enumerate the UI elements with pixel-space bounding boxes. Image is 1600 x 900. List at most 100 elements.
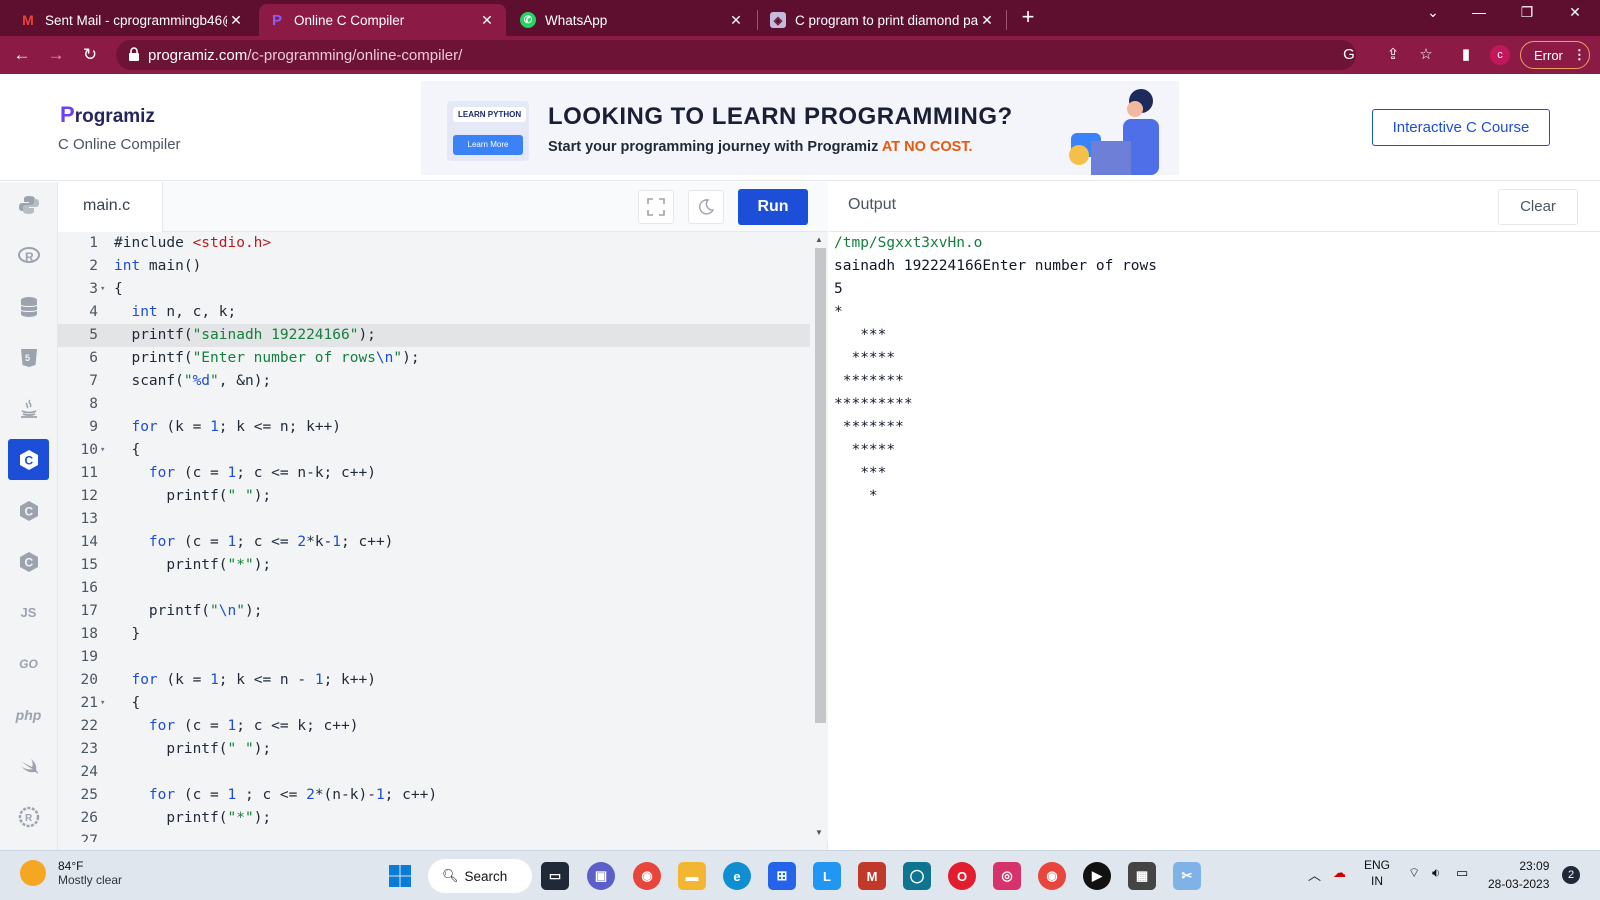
code-line[interactable]: 2 int main(): [58, 255, 810, 278]
back-icon[interactable]: ←: [10, 43, 34, 67]
code-line[interactable]: 3 ▾ {: [58, 278, 810, 301]
scroll-up-arrow-icon[interactable]: ▲: [815, 235, 823, 244]
taskbar-search[interactable]: 🔍︎ Search: [428, 859, 532, 893]
wifi-icon[interactable]: ⌔: [1408, 865, 1420, 881]
opera-icon[interactable]: O: [948, 862, 976, 890]
new-tab-button[interactable]: +: [1016, 6, 1040, 30]
scrollbar-thumb[interactable]: [815, 248, 826, 723]
media-player-icon[interactable]: ▶: [1083, 862, 1111, 890]
code-line[interactable]: 8: [58, 393, 810, 416]
html5-icon[interactable]: 5: [8, 337, 49, 378]
teams-chat-icon[interactable]: ▣: [587, 862, 615, 890]
weather-widget[interactable]: 84°F Mostly clear: [20, 859, 122, 887]
share-icon[interactable]: ⇪: [1384, 46, 1402, 64]
javascript-icon[interactable]: JS: [8, 592, 49, 633]
notification-badge[interactable]: 2: [1562, 866, 1580, 884]
run-button[interactable]: Run: [738, 189, 808, 225]
error-button[interactable]: Error ⋮: [1520, 41, 1590, 69]
code-line[interactable]: 20 for (k = 1; k <= n - 1; k++): [58, 669, 810, 692]
close-icon[interactable]: ✕: [978, 12, 996, 29]
edge-icon[interactable]: e: [723, 862, 751, 890]
tab-whatsapp[interactable]: ✆ WhatsApp ✕: [510, 4, 755, 36]
fold-arrow-icon[interactable]: ▾: [100, 439, 105, 462]
tab-online-c-compiler[interactable]: P Online C Compiler ✕: [259, 4, 506, 36]
code-line[interactable]: 10 ▾ {: [58, 439, 810, 462]
python-icon[interactable]: [8, 184, 49, 225]
code-line[interactable]: 12 printf(" ");: [58, 485, 810, 508]
fold-arrow-icon[interactable]: ▾: [100, 278, 105, 301]
microsoft-store-icon[interactable]: ⊞: [768, 862, 796, 890]
code-line[interactable]: 7 scanf("%d", &n);: [58, 370, 810, 393]
battery-icon[interactable]: ▭: [1456, 865, 1468, 881]
output-console[interactable]: /tmp/Sgxxt3xvHn.o sainadh 192224166Enter …: [834, 232, 1157, 508]
editor-scrollbar[interactable]: ▲ ▼: [812, 232, 828, 842]
tab-gmail[interactable]: M Sent Mail - cprogrammingb46@ ✕: [10, 4, 255, 36]
window-close-icon[interactable]: ✕: [1560, 4, 1590, 21]
code-line[interactable]: 13: [58, 508, 810, 531]
code-line[interactable]: 17 printf("\n");: [58, 600, 810, 623]
restore-icon[interactable]: ❐: [1512, 4, 1542, 21]
clock[interactable]: 23:09 28-03-2023: [1488, 857, 1549, 893]
fold-arrow-icon[interactable]: ▾: [100, 692, 105, 715]
c-lang-icon[interactable]: C: [8, 439, 49, 480]
code-line[interactable]: 14 for (c = 1; c <= 2*k-1; c++): [58, 531, 810, 554]
close-icon[interactable]: ✕: [727, 12, 745, 29]
file-tab-main-c[interactable]: main.c: [58, 182, 163, 232]
code-line[interactable]: 23 printf(" ");: [58, 738, 810, 761]
fullscreen-icon[interactable]: [638, 190, 674, 224]
tab-diamond-pattern[interactable]: ◈ C program to print diamond patt ✕: [760, 4, 1006, 36]
profile-avatar[interactable]: c: [1490, 45, 1510, 65]
tab-search-icon[interactable]: ⌄: [1418, 4, 1448, 21]
clear-button[interactable]: Clear: [1498, 189, 1578, 225]
google-icon[interactable]: G: [1340, 46, 1358, 64]
learn-more-button[interactable]: Learn More: [453, 135, 523, 155]
code-line[interactable]: 24: [58, 761, 810, 784]
instagram-icon[interactable]: ◎: [993, 862, 1021, 890]
volume-icon[interactable]: 🔉︎: [1432, 865, 1440, 881]
programiz-logo[interactable]: Programiz: [60, 102, 155, 128]
reload-icon[interactable]: ↻: [78, 43, 102, 67]
cpp-icon[interactable]: C: [8, 490, 49, 531]
code-line[interactable]: 26 printf("*");: [58, 807, 810, 830]
ad-banner[interactable]: LEARN PYTHON Learn More LOOKING TO LEARN…: [421, 81, 1179, 175]
snipping-tool-icon[interactable]: ✂: [1173, 862, 1201, 890]
sql-database-icon[interactable]: [8, 286, 49, 327]
go-icon[interactable]: GO: [8, 643, 49, 684]
task-view-icon[interactable]: ▭: [541, 862, 569, 890]
code-text-area[interactable]: 1 #include <stdio.h> 2 int main() 3 ▾{4 int n…: [58, 232, 810, 842]
code-line[interactable]: 4 int n, c, k;: [58, 301, 810, 324]
rust-icon[interactable]: R: [8, 796, 49, 837]
code-line[interactable]: 19: [58, 646, 810, 669]
bookmark-star-icon[interactable]: ☆: [1417, 46, 1435, 64]
swift-icon[interactable]: [8, 745, 49, 786]
dark-mode-moon-icon[interactable]: [688, 190, 724, 224]
csharp-icon[interactable]: C: [8, 541, 49, 582]
close-icon[interactable]: ✕: [227, 12, 245, 29]
php-icon[interactable]: php: [8, 694, 49, 735]
file-explorer-icon[interactable]: ▬: [678, 862, 706, 890]
code-line[interactable]: 9 for (k = 1; k <= n; k++): [58, 416, 810, 439]
code-line[interactable]: 16: [58, 577, 810, 600]
close-icon[interactable]: ✕: [478, 12, 496, 29]
windows-start-icon[interactable]: [386, 862, 414, 890]
code-line[interactable]: 27: [58, 830, 810, 842]
chrome-icon[interactable]: ◉: [633, 862, 661, 890]
minimize-icon[interactable]: —: [1464, 4, 1494, 20]
code-line[interactable]: 21 ▾ {: [58, 692, 810, 715]
l-app-icon[interactable]: L: [813, 862, 841, 890]
code-line[interactable]: 5 printf("sainadh 192224166");: [58, 324, 810, 347]
app-icon[interactable]: ▦: [1128, 862, 1156, 890]
input-language[interactable]: ENG IN: [1364, 857, 1390, 889]
forward-icon[interactable]: →: [44, 43, 68, 67]
code-line[interactable]: 1 #include <stdio.h>: [58, 232, 810, 255]
code-line[interactable]: 6 printf("Enter number of rows\n");: [58, 347, 810, 370]
interactive-course-button[interactable]: Interactive C Course: [1372, 109, 1550, 146]
side-panel-icon[interactable]: ▮: [1457, 46, 1475, 64]
code-line[interactable]: 25 for (c = 1 ; c <= 2*(n-k)-1; c++): [58, 784, 810, 807]
code-line[interactable]: 22 for (c = 1; c <= k; c++): [58, 715, 810, 738]
code-line[interactable]: 18 }: [58, 623, 810, 646]
chevron-up-icon[interactable]: ︿: [1308, 865, 1321, 884]
url-input[interactable]: programiz.com/c-programming/online-compi…: [116, 40, 1356, 70]
scroll-down-arrow-icon[interactable]: ▼: [815, 828, 823, 837]
code-line[interactable]: 11 for (c = 1; c <= n-k; c++): [58, 462, 810, 485]
